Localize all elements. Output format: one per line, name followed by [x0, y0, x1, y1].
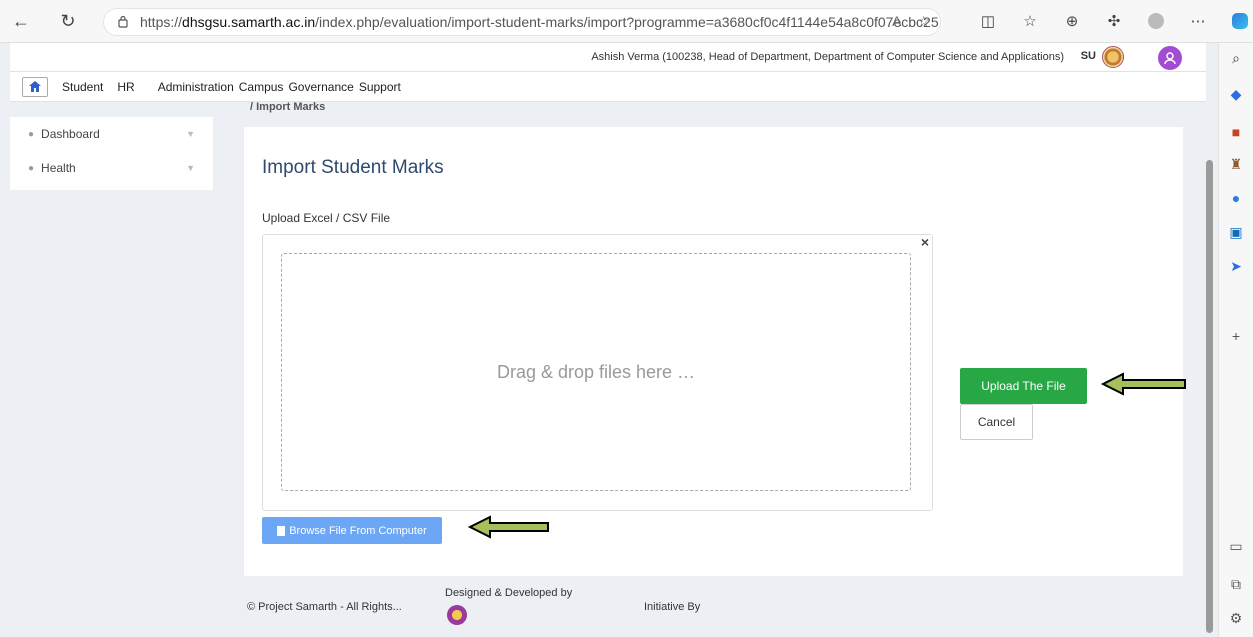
copyright-text: © Project Samarth - All Rights...: [247, 601, 402, 613]
profile-icon[interactable]: [1143, 8, 1169, 34]
sidebar-item-label: Health: [41, 161, 76, 175]
outlook-icon[interactable]: ▣: [1225, 221, 1247, 243]
chevron-down-icon: ▼: [186, 129, 195, 139]
annotation-arrow-upload: [1101, 372, 1186, 396]
file-icon: [277, 525, 286, 536]
back-arrow-icon[interactable]: ←: [8, 8, 34, 34]
url-path: /index.php/evaluation/import-student-mar…: [315, 14, 941, 30]
home-button[interactable]: [22, 76, 48, 97]
menu-governance[interactable]: Governance: [288, 80, 353, 94]
extensions-icon[interactable]: ✣: [1101, 8, 1127, 34]
sidebar-panel-icon[interactable]: ▭: [1225, 535, 1247, 557]
developer-logo: [447, 605, 467, 625]
user-icon: [1164, 52, 1176, 65]
drop-zone-text: Drag & drop files here …: [496, 361, 696, 382]
browser-sidebar: ⌕ ◆ ■ ♜ ● ▣ ➤ + ▭ ⧉ ⚙: [1218, 43, 1253, 637]
shopping-tag-icon[interactable]: ◆: [1225, 83, 1247, 105]
favorites-icon[interactable]: ☆: [1017, 8, 1043, 34]
more-menu-icon[interactable]: ⋯: [1185, 8, 1211, 34]
read-aloud-icon[interactable]: A: [892, 13, 901, 30]
footer: © Project Samarth - All Rights... Design…: [244, 576, 1183, 637]
address-bar[interactable]: https://dhsgsu.samarth.ac.in/index.php/e…: [103, 8, 941, 36]
sidebar-item-health[interactable]: ● Health ▼: [10, 151, 213, 185]
favorite-star-icon[interactable]: ☆: [917, 13, 930, 30]
upload-file-button[interactable]: Upload The File: [960, 368, 1087, 404]
close-icon[interactable]: ×: [921, 234, 929, 250]
university-logo: [1102, 46, 1124, 68]
cancel-button[interactable]: Cancel: [960, 404, 1033, 440]
split-screen-icon[interactable]: ◫: [975, 8, 1001, 34]
sidebar-item-label: Dashboard: [41, 127, 100, 141]
menu-student[interactable]: Student: [62, 80, 103, 94]
menu-campus[interactable]: Campus: [239, 80, 284, 94]
page-scrollbar[interactable]: [1206, 160, 1213, 633]
import-panel: Import Student Marks Upload Excel / CSV …: [244, 127, 1186, 576]
user-info-bar: Ashish Verma (100238, Head of Department…: [10, 43, 1206, 72]
chevron-down-icon: ▼: [186, 163, 195, 173]
search-icon[interactable]: ⌕: [1225, 47, 1247, 69]
user-info-text: Ashish Verma (100238, Head of Department…: [591, 51, 1064, 63]
file-input-box: × Drag & drop files here …: [262, 234, 933, 511]
send-icon[interactable]: ➤: [1225, 255, 1247, 277]
menu-support[interactable]: Support: [359, 80, 401, 94]
sidebar-item-dashboard[interactable]: ● Dashboard ▼: [10, 117, 213, 151]
initiative-by-text: Initiative By: [644, 601, 701, 613]
university-code: SU: [1080, 50, 1096, 62]
bullet-icon: ●: [28, 128, 35, 140]
menu-administration[interactable]: Administration: [158, 80, 234, 94]
menu-hr[interactable]: HR: [117, 80, 134, 94]
drop-zone[interactable]: Drag & drop files here …: [281, 253, 911, 491]
collections-icon[interactable]: ⊕: [1059, 8, 1085, 34]
left-sidebar: ● Dashboard ▼ ● Health ▼: [10, 117, 213, 190]
breadcrumb[interactable]: / Import Marks: [250, 101, 325, 113]
upload-label: Upload Excel / CSV File: [262, 211, 391, 225]
home-icon: [29, 81, 41, 92]
browse-file-button[interactable]: Browse File From Computer: [262, 517, 442, 544]
page-title: Import Student Marks: [262, 157, 444, 178]
bullet-icon: ●: [28, 162, 35, 174]
external-link-icon[interactable]: ⧉: [1225, 573, 1247, 595]
lock-icon: [118, 15, 128, 28]
page-viewport: Ashish Verma (100238, Head of Department…: [0, 43, 1218, 637]
url-host: dhsgsu.samarth.ac.in: [182, 14, 316, 30]
url-prefix: https://: [140, 14, 183, 30]
settings-gear-icon[interactable]: ⚙: [1225, 607, 1247, 629]
user-avatar[interactable]: [1158, 46, 1182, 70]
microsoft365-icon[interactable]: ●: [1225, 187, 1247, 209]
refresh-icon[interactable]: ↻: [55, 8, 81, 34]
copilot-icon[interactable]: [1227, 8, 1253, 34]
browse-button-label: Browse File From Computer: [289, 524, 427, 537]
add-icon[interactable]: +: [1225, 325, 1247, 347]
designed-by-text: Designed & Developed by: [445, 587, 573, 599]
annotation-arrow-browse: [468, 515, 549, 539]
briefcase-icon[interactable]: ■: [1225, 121, 1247, 143]
chess-icon[interactable]: ♜: [1225, 153, 1247, 175]
browser-toolbar: ← ↻ https://dhsgsu.samarth.ac.in/index.p…: [0, 0, 1253, 43]
main-menu: Student HR Administration Campus Governa…: [10, 72, 1206, 102]
